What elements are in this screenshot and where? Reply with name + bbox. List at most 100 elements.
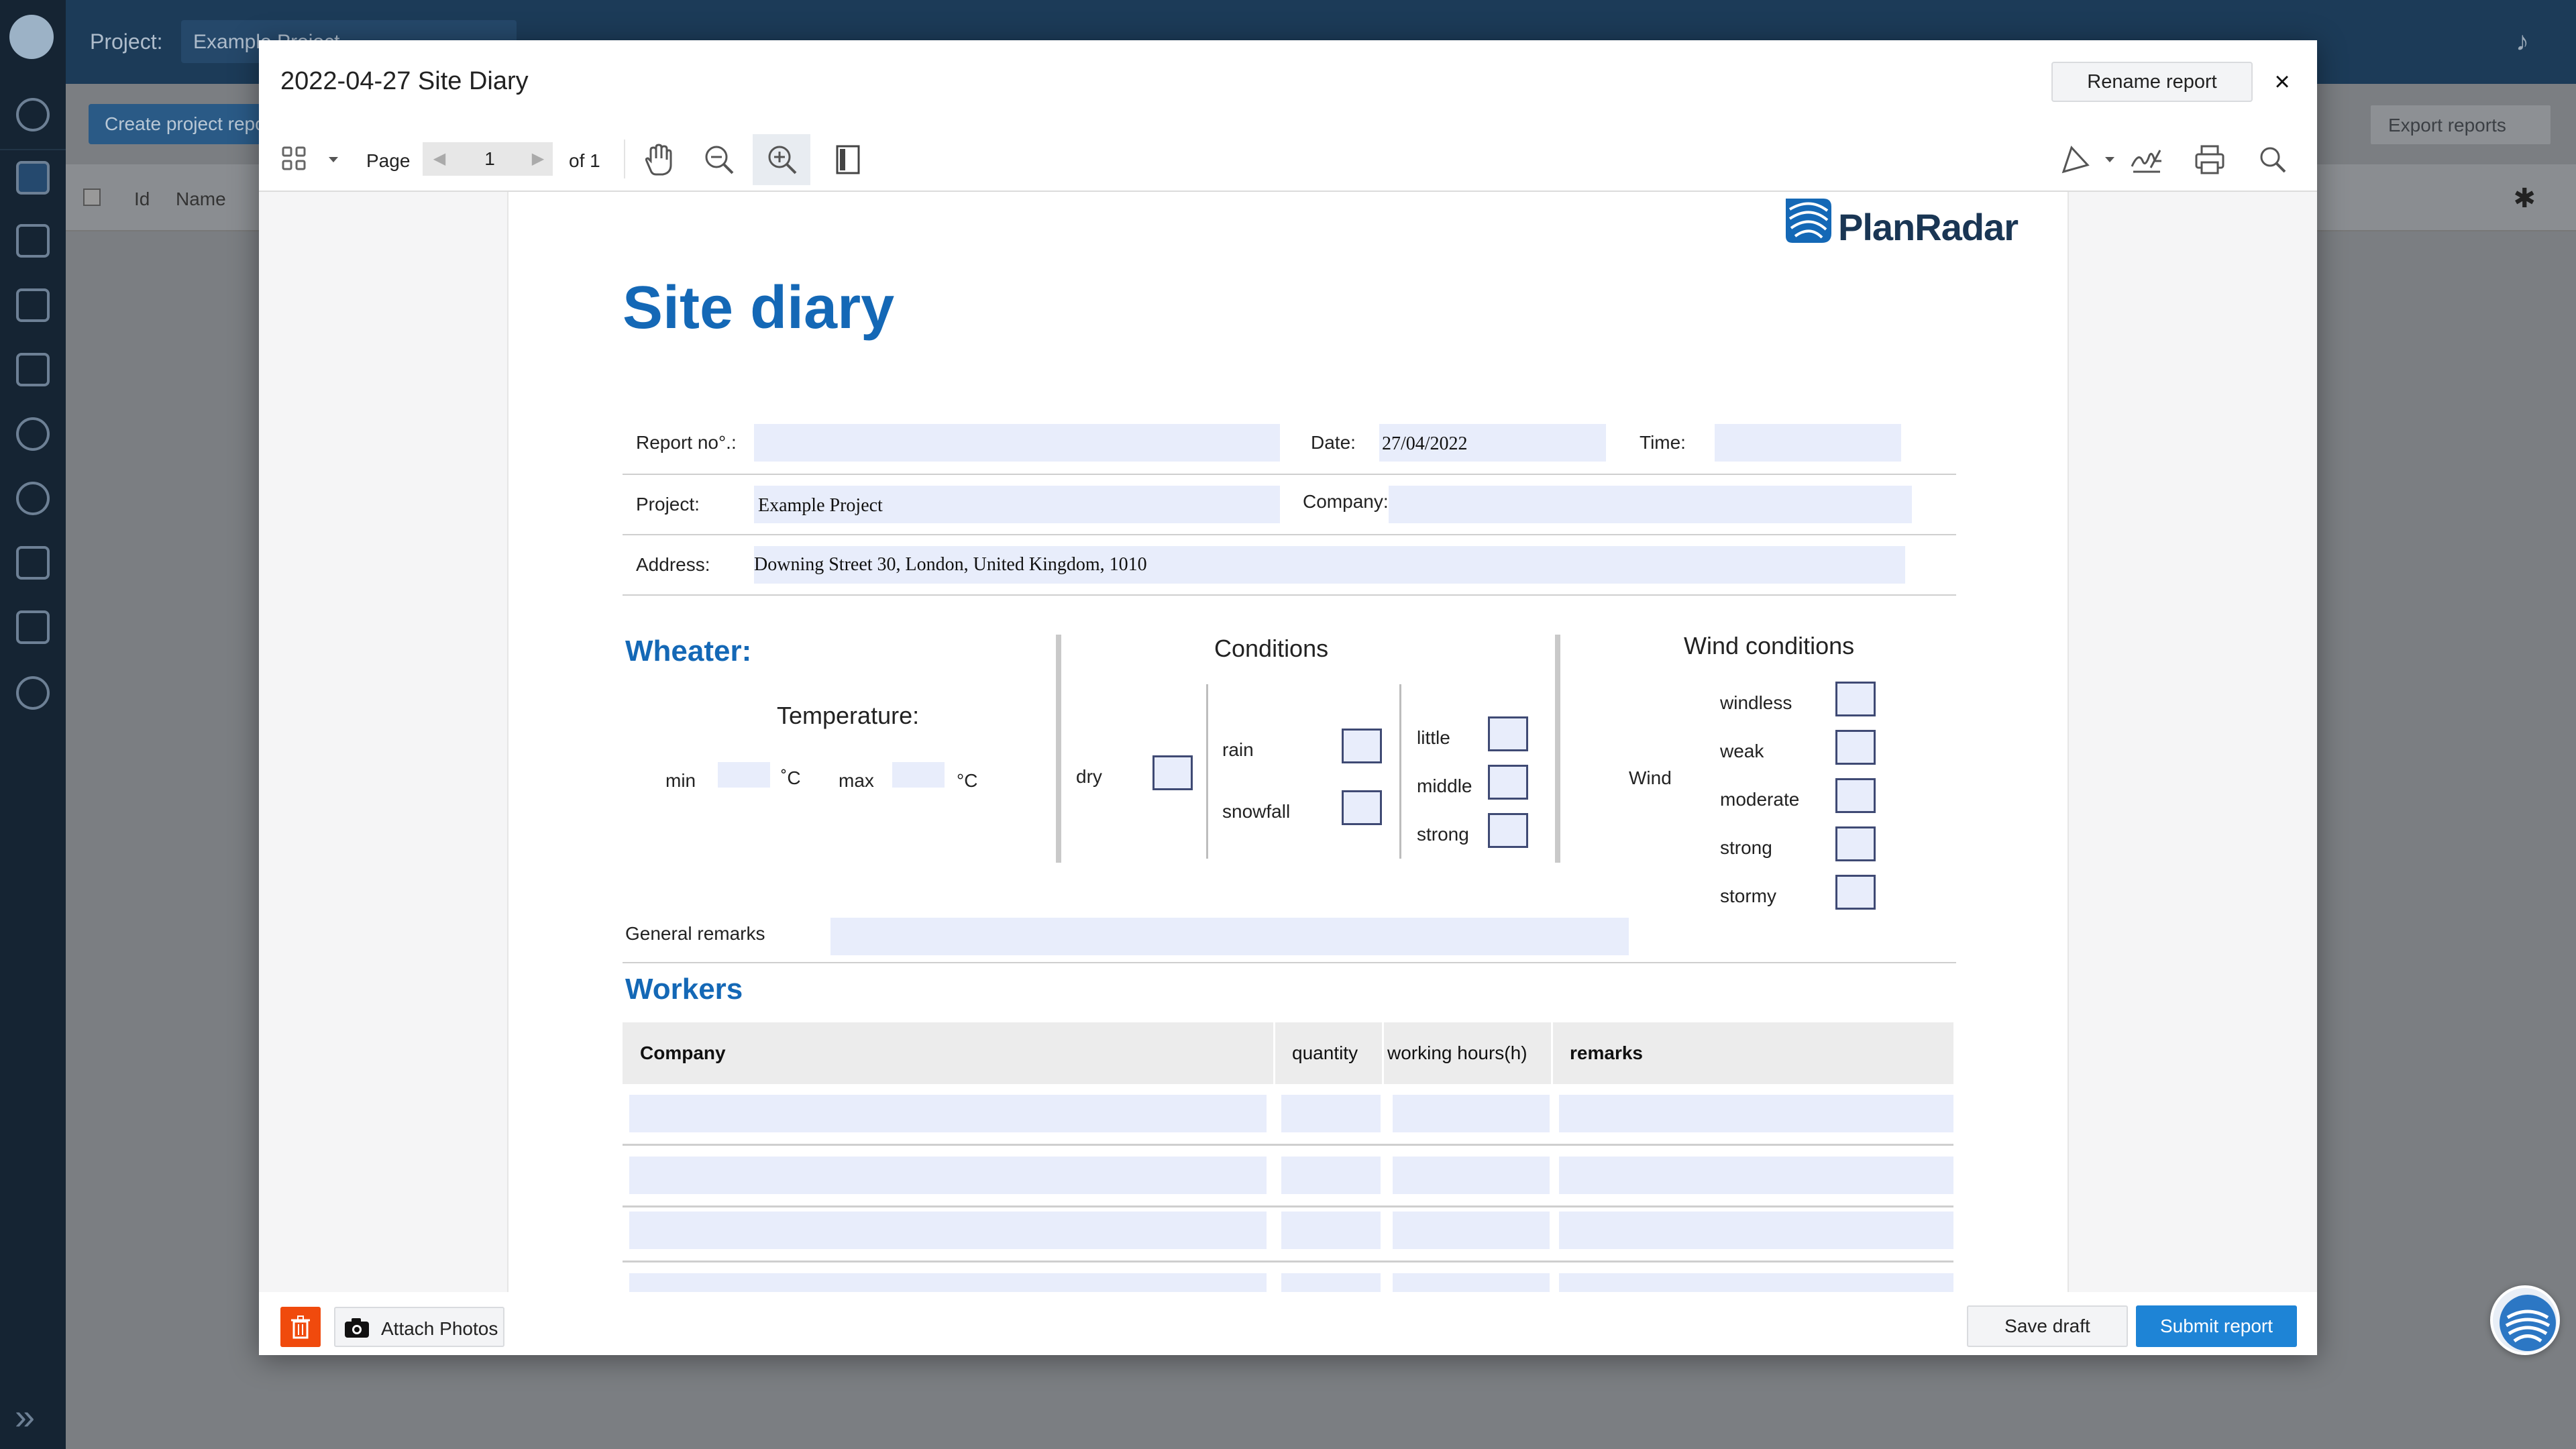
print-icon[interactable]: [2191, 141, 2229, 178]
weak-checkbox[interactable]: [1835, 730, 1876, 765]
divider: [623, 534, 1956, 535]
moderate-checkbox[interactable]: [1835, 778, 1876, 813]
hours-cell[interactable]: [1393, 1095, 1550, 1132]
app-logo-icon[interactable]: [9, 15, 54, 59]
thumbnails-icon[interactable]: [275, 141, 315, 178]
remarks-cell[interactable]: [1559, 1157, 1953, 1194]
save-draft-button[interactable]: Save draft: [1967, 1305, 2128, 1347]
middle-label: middle: [1417, 775, 1472, 796]
snowfall-checkbox[interactable]: [1342, 790, 1382, 825]
date-value: 27/04/2022: [1382, 433, 1468, 454]
column-id[interactable]: Id: [134, 189, 150, 210]
user-icon[interactable]: [16, 482, 50, 515]
company-field[interactable]: [1389, 486, 1912, 523]
middle-checkbox[interactable]: [1488, 765, 1528, 800]
annotate-icon[interactable]: [2057, 141, 2094, 178]
date-label: Date:: [1311, 432, 1356, 453]
divider: [1206, 684, 1208, 859]
rename-report-button[interactable]: Rename report: [2051, 62, 2253, 102]
wind-strong-checkbox[interactable]: [1835, 826, 1876, 861]
report-no-field[interactable]: [754, 424, 1280, 462]
select-all-checkbox[interactable]: [83, 189, 101, 206]
snowfall-label: snowfall: [1222, 801, 1291, 822]
next-page-button[interactable]: ▶: [523, 142, 553, 176]
hand-icon[interactable]: [639, 141, 676, 178]
attach-photos-label: Attach Photos: [381, 1318, 498, 1339]
min-temperature-field[interactable]: [718, 762, 770, 788]
export-reports-button[interactable]: Export reports: [2369, 104, 2552, 146]
create-project-reports-button[interactable]: Create project reports: [89, 104, 270, 144]
rain-label: rain: [1222, 739, 1254, 760]
little-checkbox[interactable]: [1488, 716, 1528, 751]
brand-name: PlanRadar: [1838, 206, 2019, 248]
project-label: Project:: [90, 30, 163, 54]
remarks-cell[interactable]: [1559, 1095, 1953, 1132]
single-page-icon[interactable]: [829, 141, 867, 178]
company-cell[interactable]: [629, 1273, 1267, 1292]
attach-photos-button[interactable]: Attach Photos: [334, 1307, 504, 1347]
divider: [1399, 684, 1401, 859]
company-cell[interactable]: [629, 1157, 1267, 1194]
close-icon[interactable]: ×: [2263, 63, 2301, 101]
hours-cell[interactable]: [1393, 1157, 1550, 1194]
strong-checkbox[interactable]: [1488, 813, 1528, 848]
max-temperature-field[interactable]: [892, 762, 945, 788]
dry-checkbox[interactable]: [1152, 755, 1193, 790]
project-value: Example Project: [758, 495, 883, 516]
project-label: Project:: [636, 494, 700, 515]
hours-cell[interactable]: [1393, 1212, 1550, 1249]
previous-page-button[interactable]: ◀: [423, 142, 456, 176]
general-remarks-field[interactable]: [830, 918, 1629, 955]
time-field[interactable]: [1715, 424, 1901, 462]
stormy-checkbox[interactable]: [1835, 875, 1876, 910]
clipboard-icon[interactable]: [16, 610, 50, 644]
quantity-cell[interactable]: [1281, 1095, 1381, 1132]
zoom-out-icon[interactable]: [700, 141, 738, 178]
moderate-label: moderate: [1720, 789, 1800, 810]
remarks-cell[interactable]: [1559, 1273, 1953, 1292]
chevron-down-icon[interactable]: [2100, 141, 2120, 178]
hours-cell[interactable]: [1393, 1273, 1550, 1292]
min-unit: ˚C: [781, 767, 801, 788]
search-icon[interactable]: [2254, 141, 2292, 178]
remarks-cell[interactable]: [1559, 1212, 1953, 1249]
windless-checkbox[interactable]: [1835, 682, 1876, 716]
address-label: Address:: [636, 554, 710, 575]
wind-label: Wind: [1629, 767, 1672, 788]
quantity-cell[interactable]: [1281, 1212, 1381, 1249]
submit-report-button[interactable]: Submit report: [2136, 1305, 2297, 1347]
flag-icon[interactable]: [16, 353, 50, 386]
workers-table-header: Company quantity working hours(h) remark…: [623, 1022, 1953, 1084]
table-row: [623, 1201, 1953, 1263]
tickets-icon[interactable]: [16, 161, 50, 195]
speed-icon[interactable]: [16, 417, 50, 451]
company-cell[interactable]: [629, 1212, 1267, 1249]
rain-checkbox[interactable]: [1342, 729, 1382, 763]
dashboard-icon[interactable]: [16, 98, 50, 131]
planradar-logo-icon: [1786, 199, 1831, 243]
expand-sidebar-icon[interactable]: »: [15, 1399, 35, 1435]
divider: [1555, 635, 1560, 863]
zoom-in-icon[interactable]: [763, 141, 801, 178]
document-viewer[interactable]: PlanRadar Site diary Report no°.: Date: …: [259, 192, 2317, 1292]
gear-icon[interactable]: ✱: [2513, 183, 2536, 214]
table-row: [623, 1084, 1953, 1146]
company-cell[interactable]: [629, 1095, 1267, 1132]
help-chat-button[interactable]: [2490, 1285, 2560, 1355]
plans-icon[interactable]: [16, 288, 50, 322]
chevron-down-icon[interactable]: [323, 141, 343, 178]
weather-section-title: Wheater:: [625, 635, 752, 667]
pdf-page: PlanRadar Site diary Report no°.: Date: …: [507, 192, 2069, 1292]
dry-label: dry: [1076, 766, 1102, 787]
quantity-cell[interactable]: [1281, 1157, 1381, 1194]
reports-icon[interactable]: [16, 224, 50, 258]
statistics-icon[interactable]: [16, 546, 50, 580]
page-number-input[interactable]: 1: [456, 142, 523, 176]
company-label: Company:: [1303, 491, 1389, 512]
delete-button[interactable]: [280, 1307, 321, 1347]
signature-icon[interactable]: [2128, 141, 2165, 178]
settings-icon[interactable]: [16, 676, 50, 710]
bell-icon[interactable]: ♪: [2516, 27, 2542, 56]
quantity-cell[interactable]: [1281, 1273, 1381, 1292]
column-name[interactable]: Name: [176, 189, 226, 210]
